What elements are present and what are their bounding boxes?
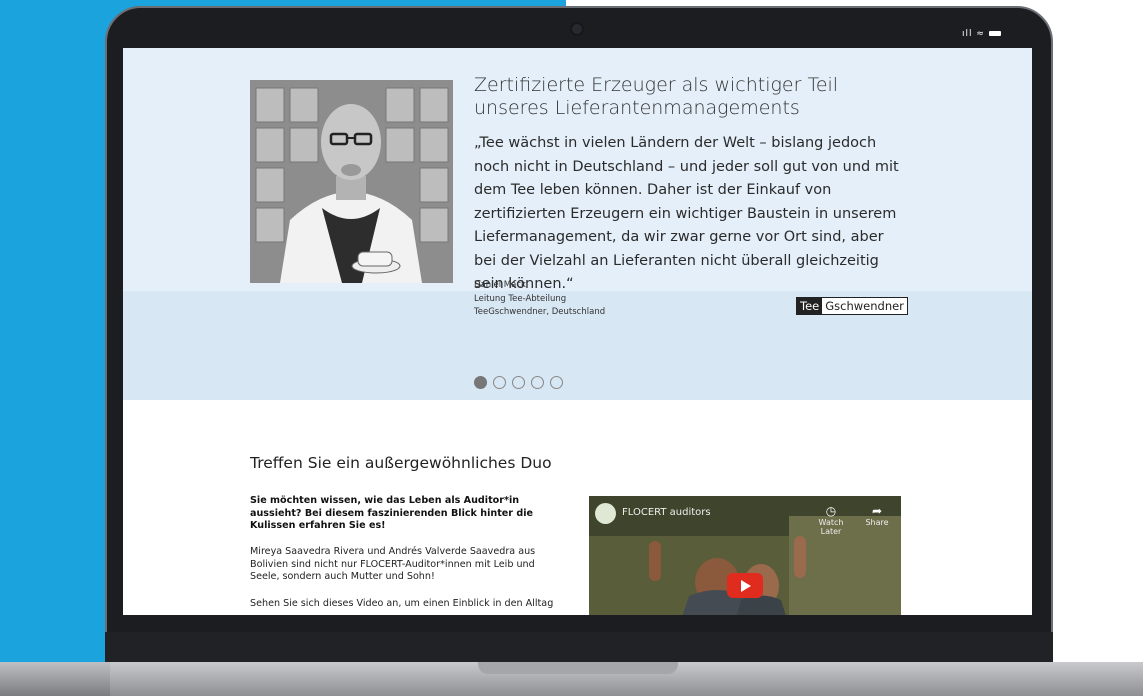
body-paragraph-2: Sehen Sie sich dieses Video an, um einen… — [250, 598, 554, 609]
clock-icon: ◷ — [825, 504, 837, 518]
watch-later-label: Watch Later — [818, 518, 844, 536]
testimonial-slider: Zertifizierte Erzeuger als wichtiger Tei… — [123, 48, 1032, 400]
slider-pagination — [474, 376, 563, 389]
battery-icon — [988, 31, 1001, 36]
slider-dot-4[interactable] — [531, 376, 544, 389]
intro-text: Sie möchten wissen, wie das Leben als Au… — [250, 495, 534, 531]
testimonial-quote: „Tee wächst in vielen Ländern der Welt –… — [474, 135, 899, 292]
author-info: Daniel Mack Leitung Tee-Abteilung TeeGsc… — [474, 279, 605, 320]
testimonial-headline: Zertifizierte Erzeuger als wichtiger Tei… — [474, 74, 839, 119]
share-icon: ➦ — [871, 504, 883, 518]
slider-dot-5[interactable] — [550, 376, 563, 389]
video-player[interactable]: FLOCERT auditors ◷ Watch Later ➦ Share — [589, 496, 901, 615]
laptop-base-left — [0, 662, 110, 696]
logo-part-tee: Tee — [797, 298, 823, 314]
logo-part-gschwendner: Gschwendner — [822, 298, 907, 314]
signal-wifi-icon: ıll ≈ — [962, 29, 985, 39]
video-title[interactable]: FLOCERT auditors — [622, 507, 711, 518]
status-bar: ıll ≈ — [962, 29, 1001, 39]
share-label: Share — [865, 518, 889, 527]
slider-dot-2[interactable] — [493, 376, 506, 389]
camera-icon — [570, 22, 584, 36]
section-title: Treffen Sie ein außergewöhnliches Duo — [250, 454, 552, 472]
slider-dot-3[interactable] — [512, 376, 525, 389]
laptop-chin — [105, 632, 1053, 664]
laptop-notch — [478, 662, 678, 674]
watch-later-button[interactable]: ◷ Watch Later — [811, 504, 851, 536]
author-name: Daniel Mack — [474, 280, 526, 290]
author-photo — [250, 80, 453, 283]
body-paragraph-1: Mireya Saavedra Rivera und Andrés Valver… — [250, 546, 536, 582]
teegschwendner-logo: Tee Gschwendner — [796, 297, 908, 315]
web-page: Zertifizierte Erzeuger als wichtiger Tei… — [123, 48, 1032, 615]
play-icon[interactable] — [727, 573, 763, 598]
channel-logo[interactable] — [595, 503, 616, 524]
slider-dot-1[interactable] — [474, 376, 487, 389]
share-button[interactable]: ➦ Share — [857, 504, 897, 527]
author-role: Leitung Tee-Abteilung — [474, 293, 567, 304]
author-company: TeeGschwendner, Deutschland — [474, 307, 606, 317]
